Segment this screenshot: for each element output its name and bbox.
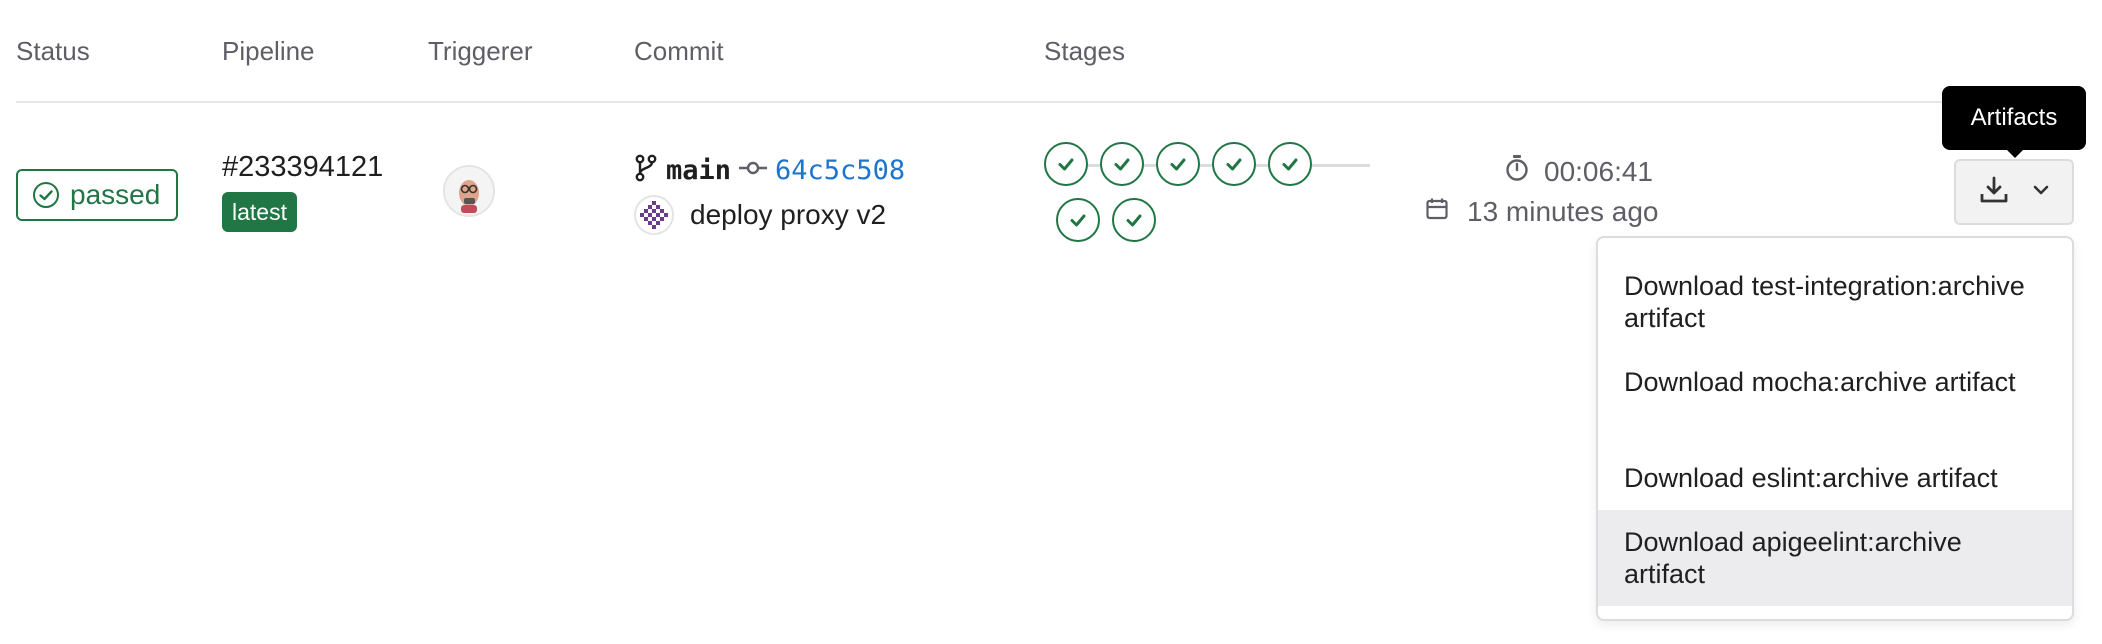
header-pipeline: Pipeline [222, 36, 315, 66]
triggerer-avatar[interactable] [443, 165, 495, 217]
check-icon [1170, 158, 1186, 171]
header-triggerer: Triggerer [428, 36, 533, 66]
stage-7-passed[interactable] [1112, 198, 1156, 242]
commit-message-row: deploy proxy v2 [634, 195, 886, 235]
branch-icon [634, 153, 658, 188]
header-status: Status [16, 36, 90, 66]
header-divider [16, 101, 2072, 103]
duration: 00:06:41 [1504, 154, 1653, 189]
artifacts-tooltip: Artifacts [1942, 86, 2086, 150]
status-label: passed [70, 179, 161, 210]
commit-icon [739, 158, 768, 183]
check-icon [1070, 214, 1086, 227]
duration-value: 00:06:41 [1544, 155, 1653, 187]
status-badge[interactable]: passed [16, 169, 178, 221]
menu-item-download-eslint[interactable]: Download eslint:archive artifact [1598, 462, 2072, 494]
header-stages: Stages [1044, 36, 1125, 66]
check-icon [1226, 158, 1242, 171]
check-icon [1282, 158, 1298, 171]
stage-3-passed[interactable] [1156, 142, 1200, 186]
project-avatar[interactable] [634, 195, 674, 235]
stage-1-passed[interactable] [1044, 142, 1088, 186]
download-icon [1978, 174, 2010, 211]
calendar-icon [1425, 196, 1449, 228]
artifacts-dropdown-menu: Download test-integration:archive artifa… [1596, 236, 2074, 621]
check-icon [1058, 158, 1074, 171]
check-circle-icon [32, 181, 60, 209]
chevron-down-icon [2032, 183, 2050, 202]
stage-4-passed[interactable] [1212, 142, 1256, 186]
branch-link[interactable]: main [666, 155, 731, 186]
header-commit: Commit [634, 36, 724, 66]
stage-2-passed[interactable] [1100, 142, 1144, 186]
artifacts-dropdown-button[interactable] [1954, 159, 2074, 225]
commit-ref: main 64c5c508 [634, 152, 905, 188]
check-icon [1126, 214, 1142, 227]
menu-item-download-apigeelint[interactable]: Download apigeelint:archive artifact [1598, 510, 2072, 606]
stages-mini-graph [1044, 142, 1370, 252]
commit-sha-link[interactable]: 64c5c508 [775, 155, 905, 186]
latest-badge: latest [222, 192, 297, 232]
tooltip-arrow [2006, 149, 2024, 158]
pipeline-id-link[interactable]: #233394121 [222, 151, 383, 184]
menu-item-download-mocha[interactable]: Download mocha:archive artifact [1598, 366, 2072, 398]
finished-time-value: 13 minutes ago [1467, 196, 1659, 227]
check-icon [1114, 158, 1130, 171]
timer-icon [1504, 154, 1530, 189]
stage-6-passed[interactable] [1056, 198, 1100, 242]
commit-title-link[interactable]: deploy proxy v2 [690, 199, 886, 231]
finished-time: 13 minutes ago [1425, 196, 1658, 228]
menu-item-download-test-integration[interactable]: Download test-integration:archive artifa… [1598, 270, 2072, 334]
stage-5-passed[interactable] [1268, 142, 1312, 186]
